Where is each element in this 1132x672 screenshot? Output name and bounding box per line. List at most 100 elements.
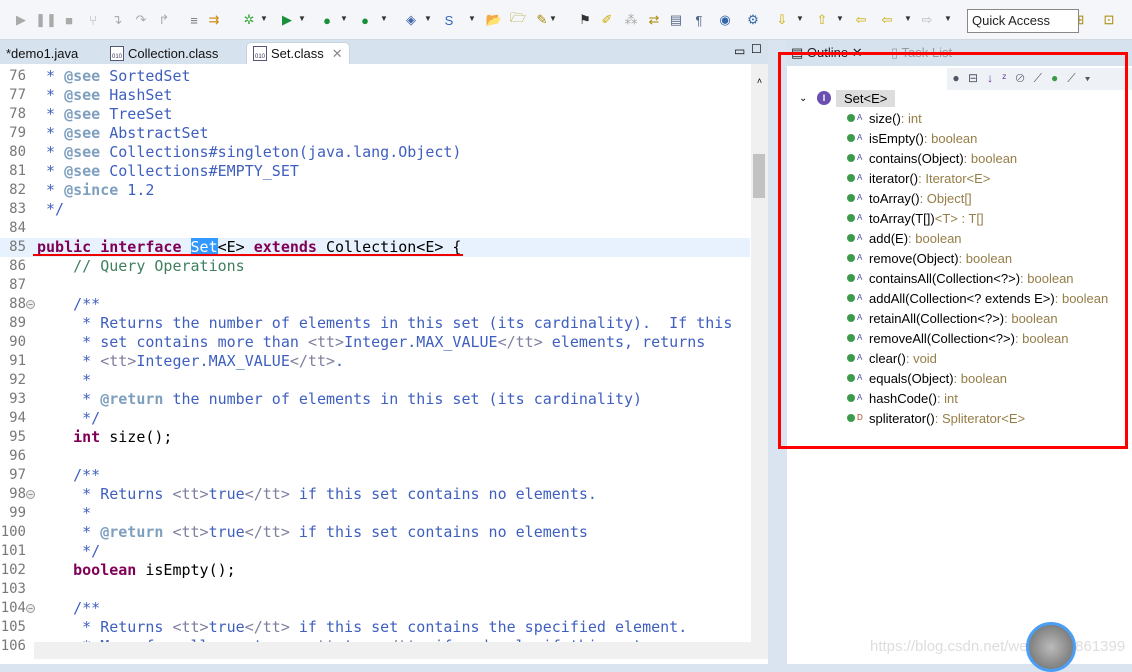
dropdown-arrow-icon[interactable]: ▼ bbox=[944, 14, 952, 23]
step-into-icon[interactable]: ↴ bbox=[108, 11, 126, 29]
breadcrumb-icon[interactable]: ⁂ bbox=[622, 11, 640, 29]
coverage-icon[interactable]: ● bbox=[318, 11, 336, 29]
horizontal-scrollbar[interactable] bbox=[34, 642, 768, 659]
next-annotation-icon[interactable]: ⚑ bbox=[576, 11, 594, 29]
back-icon[interactable]: ⇦ bbox=[878, 11, 896, 29]
show-whitespace-icon[interactable]: ▤ bbox=[667, 11, 685, 29]
open-type-icon[interactable]: 📂 bbox=[485, 11, 503, 29]
quick-access-input[interactable]: Quick Access bbox=[967, 9, 1079, 33]
last-edit-icon[interactable]: ⇦ bbox=[852, 11, 870, 29]
step-over-icon[interactable]: ↷ bbox=[132, 11, 150, 29]
resume-icon[interactable]: ▶ bbox=[12, 11, 30, 29]
code-line: 100 * @return <tt>true</tt> if this set … bbox=[0, 523, 750, 542]
new-java-project-icon[interactable]: ◈ bbox=[402, 11, 420, 29]
code-line: 81 * @see Collections#EMPTY_SET bbox=[0, 162, 750, 181]
code-token: */ bbox=[37, 409, 101, 427]
next-edit-icon[interactable]: ⇩ bbox=[773, 11, 791, 29]
maximize-icon[interactable]: ☐ bbox=[751, 42, 762, 56]
code-token: Integer.MAX_VALUE bbox=[136, 352, 290, 370]
dropdown-arrow-icon[interactable]: ▼ bbox=[424, 14, 432, 23]
code-line: 87 bbox=[0, 276, 750, 295]
suspend-icon[interactable]: ❚❚ bbox=[35, 11, 57, 29]
line-number: 101 bbox=[0, 543, 26, 559]
line-number: 88 bbox=[9, 296, 26, 312]
web-service-icon[interactable]: ⚙ bbox=[744, 11, 762, 29]
new-class-icon[interactable]: S bbox=[440, 11, 458, 29]
prev-edit-icon[interactable]: ⇧ bbox=[813, 11, 831, 29]
scroll-up-icon[interactable]: ˄ bbox=[751, 76, 768, 86]
code-text: * @see TreeSet bbox=[37, 105, 172, 124]
code-token: elements, returns bbox=[542, 333, 706, 351]
class-file-icon: 010 bbox=[253, 46, 267, 61]
minimize-icon[interactable]: ▭ bbox=[734, 44, 745, 58]
globe-icon[interactable]: ◉ bbox=[716, 11, 734, 29]
fold-toggle-icon[interactable]: − bbox=[26, 490, 35, 499]
watermark: https://blog.csdn.net/weixin_44861399 bbox=[870, 638, 1126, 655]
code-text: * @see Collections#EMPTY_SET bbox=[37, 162, 299, 181]
code-line: 99 * bbox=[0, 504, 750, 523]
code-token: * Returns bbox=[37, 485, 173, 503]
step-return-icon[interactable]: ↱ bbox=[155, 11, 173, 29]
dropdown-arrow-icon[interactable]: ▼ bbox=[260, 14, 268, 23]
toggle-mark-occurrences-icon[interactable]: ✐ bbox=[598, 11, 616, 29]
line-number: 85 bbox=[9, 239, 26, 255]
terminate-icon[interactable]: ■ bbox=[60, 11, 78, 29]
editor-tab-bar: *demo1.java 010 Collection.class 010 Set.c… bbox=[0, 40, 768, 64]
dropdown-arrow-icon[interactable]: ▼ bbox=[836, 14, 844, 23]
line-number: 93 bbox=[9, 391, 26, 407]
line-number: 103 bbox=[0, 581, 26, 597]
avatar bbox=[1026, 622, 1076, 672]
line-number: 102 bbox=[0, 562, 26, 578]
toggle-block-icon[interactable]: ⇄ bbox=[645, 11, 663, 29]
code-editor[interactable]: 76 * @see SortedSet 77 * @see HashSet 78 *… bbox=[0, 64, 768, 664]
code-line: 97 /** bbox=[0, 466, 750, 485]
open-task-icon[interactable]: 🗁 bbox=[509, 10, 527, 29]
line-number: 87 bbox=[9, 277, 26, 293]
drop-frame-icon[interactable]: ≡ bbox=[185, 11, 203, 29]
java-ee-perspective-icon[interactable]: ⊡ bbox=[1100, 11, 1118, 29]
dropdown-arrow-icon[interactable]: ▼ bbox=[904, 14, 912, 23]
run-icon[interactable]: ▶ bbox=[278, 11, 296, 29]
fold-toggle-icon[interactable]: − bbox=[26, 300, 35, 309]
vertical-scrollbar[interactable]: ˄ bbox=[751, 64, 768, 642]
line-number: 97 bbox=[9, 467, 26, 483]
close-icon[interactable]: ✕ bbox=[332, 46, 343, 62]
code-token: @since bbox=[64, 181, 119, 199]
debug-icon[interactable]: ✲ bbox=[240, 11, 258, 29]
code-token: <tt> bbox=[172, 618, 209, 636]
code-token: if this set contains the specified eleme… bbox=[289, 618, 688, 636]
code-line: 82 * @since 1.2 bbox=[0, 181, 750, 200]
red-underline-annotation bbox=[33, 254, 463, 256]
line-number: 95 bbox=[9, 429, 26, 445]
tab-collection-class[interactable]: 010 Collection.class bbox=[104, 42, 224, 64]
external-tools-icon[interactable]: ● bbox=[356, 11, 374, 29]
code-text: */ bbox=[37, 200, 64, 219]
scrollbar-thumb[interactable] bbox=[753, 154, 765, 198]
code-token: * bbox=[37, 181, 65, 199]
line-number: 99 bbox=[9, 505, 26, 521]
code-token: </tt> bbox=[244, 618, 290, 636]
code-line: 105 * Returns <tt>true</tt> if this set … bbox=[0, 618, 750, 637]
dropdown-arrow-icon[interactable]: ▼ bbox=[796, 14, 804, 23]
code-token: * bbox=[37, 352, 101, 370]
code-line: 94 */ bbox=[0, 409, 750, 428]
code-text: * @return <tt>true</tt> if this set cont… bbox=[37, 523, 588, 542]
tab-demo1-java[interactable]: *demo1.java bbox=[0, 42, 84, 64]
code-line: 79 * @see AbstractSet bbox=[0, 124, 750, 143]
dropdown-arrow-icon[interactable]: ▼ bbox=[468, 14, 476, 23]
code-token: 1.2 bbox=[118, 181, 155, 199]
forward-icon[interactable]: ⇨ bbox=[918, 11, 936, 29]
fold-toggle-icon[interactable]: − bbox=[26, 604, 35, 613]
tab-set-class[interactable]: 010 Set.class ✕ bbox=[246, 42, 350, 64]
dropdown-arrow-icon[interactable]: ▼ bbox=[340, 14, 348, 23]
disconnect-icon[interactable]: ⑂ bbox=[84, 11, 102, 29]
use-step-filters-icon[interactable]: ⇉ bbox=[205, 11, 223, 29]
code-token: SortedSet bbox=[100, 67, 191, 85]
code-token: @see bbox=[64, 86, 101, 104]
dropdown-arrow-icon[interactable]: ▼ bbox=[298, 14, 306, 23]
code-line: 77 * @see HashSet bbox=[0, 86, 750, 105]
pilcrow-icon[interactable]: ¶ bbox=[690, 11, 708, 29]
dropdown-arrow-icon[interactable]: ▼ bbox=[380, 14, 388, 23]
dropdown-arrow-icon[interactable]: ▼ bbox=[549, 14, 557, 23]
